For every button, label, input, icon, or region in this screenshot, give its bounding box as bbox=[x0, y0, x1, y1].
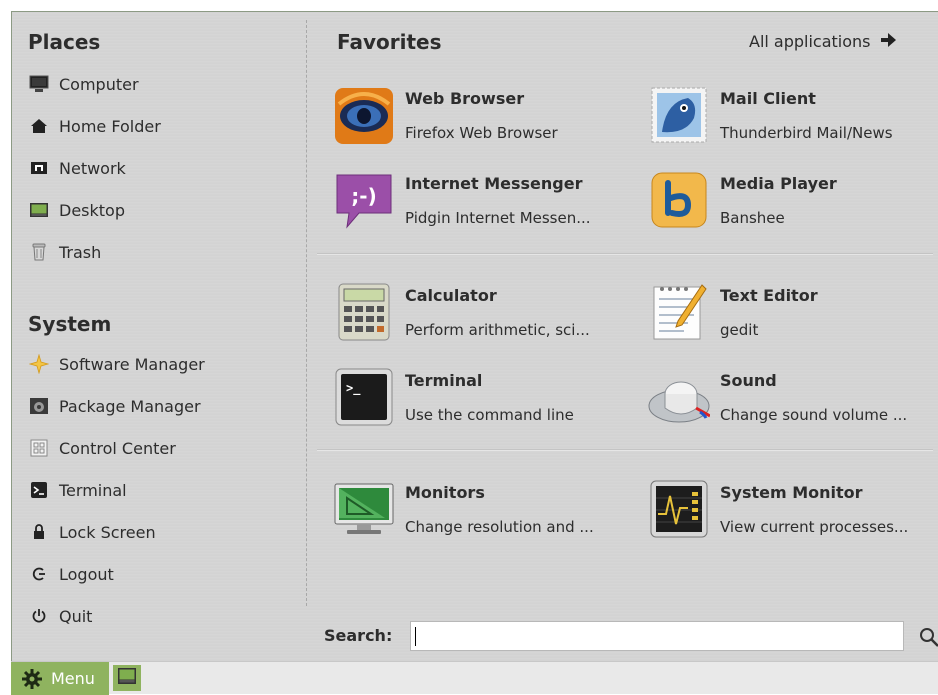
desktop-icon bbox=[117, 667, 137, 689]
calculator-icon bbox=[333, 281, 395, 343]
lock-icon bbox=[28, 521, 50, 543]
favorite-web-browser[interactable]: Web Browser Firefox Web Browser bbox=[333, 82, 633, 152]
desktop-icon bbox=[28, 199, 50, 221]
svg-text:;-): ;-) bbox=[351, 184, 376, 208]
search-label: Search: bbox=[324, 626, 392, 645]
places-item-home-folder[interactable]: Home Folder bbox=[28, 112, 288, 140]
text-editor-icon bbox=[648, 281, 710, 343]
favorite-name: Terminal bbox=[405, 371, 482, 390]
system-item-logout[interactable]: Logout bbox=[28, 560, 288, 588]
places-item-computer[interactable]: Computer bbox=[28, 70, 288, 98]
favorite-terminal[interactable]: >_ Terminal Use the command line bbox=[333, 364, 633, 434]
favorite-name: Internet Messenger bbox=[405, 174, 582, 193]
places-item-desktop[interactable]: Desktop bbox=[28, 196, 288, 224]
places-item-label: Computer bbox=[59, 75, 139, 94]
computer-icon bbox=[28, 73, 50, 95]
favorite-description: Perform arithmetic, sci... bbox=[405, 321, 590, 339]
favorites-title: Favorites bbox=[337, 30, 442, 54]
column-divider bbox=[306, 20, 307, 606]
system-monitor-icon bbox=[648, 478, 710, 540]
system-title: System bbox=[28, 312, 111, 336]
favorite-description: Use the command line bbox=[405, 406, 574, 424]
places-item-label: Desktop bbox=[59, 201, 125, 220]
firefox-icon bbox=[333, 84, 395, 146]
favorite-description: gedit bbox=[720, 321, 758, 339]
favorites-separator bbox=[317, 253, 933, 255]
home-icon bbox=[28, 115, 50, 137]
search-icon[interactable] bbox=[918, 626, 938, 648]
favorite-description: Banshee bbox=[720, 209, 785, 227]
menu-label: Menu bbox=[51, 669, 95, 688]
system-item-terminal[interactable]: Terminal bbox=[28, 476, 288, 504]
svg-text:>_: >_ bbox=[346, 381, 361, 396]
favorite-name: Sound bbox=[720, 371, 777, 390]
gear-icon bbox=[21, 668, 43, 690]
show-desktop-button[interactable] bbox=[113, 665, 141, 691]
trash-icon bbox=[28, 241, 50, 263]
system-item-label: Quit bbox=[59, 607, 92, 626]
places-item-trash[interactable]: Trash bbox=[28, 238, 288, 266]
taskbar: Menu bbox=[11, 661, 938, 694]
banshee-icon bbox=[648, 169, 710, 231]
application-menu: Places Computer Home Folder Network Desk… bbox=[11, 11, 938, 661]
control-center-icon bbox=[28, 437, 50, 459]
sound-icon bbox=[648, 366, 710, 428]
places-item-label: Home Folder bbox=[59, 117, 161, 136]
places-title: Places bbox=[28, 30, 100, 54]
search-input[interactable] bbox=[410, 621, 904, 651]
text-cursor bbox=[415, 627, 416, 646]
favorite-system-monitor[interactable]: System Monitor View current processes... bbox=[648, 476, 938, 546]
favorite-name: Monitors bbox=[405, 483, 485, 502]
favorite-name: Text Editor bbox=[720, 286, 818, 305]
thunderbird-icon bbox=[648, 84, 710, 146]
pidgin-icon: ;-) bbox=[333, 169, 395, 231]
favorite-mail-client[interactable]: Mail Client Thunderbird Mail/News bbox=[648, 82, 938, 152]
terminal-icon: >_ bbox=[333, 366, 395, 428]
power-icon bbox=[28, 605, 50, 627]
favorite-description: Change resolution and ... bbox=[405, 518, 594, 536]
favorite-description: Thunderbird Mail/News bbox=[720, 124, 893, 142]
all-applications-button[interactable]: All applications bbox=[749, 32, 897, 51]
places-item-label: Network bbox=[59, 159, 126, 178]
favorite-name: System Monitor bbox=[720, 483, 863, 502]
arrow-right-icon bbox=[881, 32, 897, 51]
favorite-calculator[interactable]: Calculator Perform arithmetic, sci... bbox=[333, 279, 633, 349]
system-item-label: Lock Screen bbox=[59, 523, 156, 542]
favorite-description: View current processes... bbox=[720, 518, 908, 536]
menu-button[interactable]: Menu bbox=[11, 662, 109, 695]
favorite-name: Mail Client bbox=[720, 89, 816, 108]
left-column: Places Computer Home Folder Network Desk… bbox=[12, 12, 306, 662]
favorite-sound[interactable]: Sound Change sound volume ... bbox=[648, 364, 938, 434]
monitors-icon bbox=[333, 478, 395, 540]
system-item-software-manager[interactable]: Software Manager bbox=[28, 350, 288, 378]
network-icon bbox=[28, 157, 50, 179]
favorite-description: Pidgin Internet Messen... bbox=[405, 209, 591, 227]
favorite-monitors[interactable]: Monitors Change resolution and ... bbox=[333, 476, 633, 546]
system-item-control-center[interactable]: Control Center bbox=[28, 434, 288, 462]
package-manager-icon bbox=[28, 395, 50, 417]
logout-icon bbox=[28, 563, 50, 585]
all-applications-label: All applications bbox=[749, 32, 871, 51]
places-item-network[interactable]: Network bbox=[28, 154, 288, 182]
system-item-label: Terminal bbox=[59, 481, 127, 500]
favorite-name: Media Player bbox=[720, 174, 837, 193]
places-item-label: Trash bbox=[59, 243, 101, 262]
favorite-description: Firefox Web Browser bbox=[405, 124, 558, 142]
favorite-internet-messenger[interactable]: ;-) Internet Messenger Pidgin Internet M… bbox=[333, 167, 633, 237]
system-item-label: Software Manager bbox=[59, 355, 205, 374]
favorite-media-player[interactable]: Media Player Banshee bbox=[648, 167, 938, 237]
software-manager-icon bbox=[28, 353, 50, 375]
system-item-label: Logout bbox=[59, 565, 114, 584]
system-item-package-manager[interactable]: Package Manager bbox=[28, 392, 288, 420]
favorite-name: Calculator bbox=[405, 286, 497, 305]
favorite-text-editor[interactable]: Text Editor gedit bbox=[648, 279, 938, 349]
favorite-description: Change sound volume ... bbox=[720, 406, 907, 424]
system-item-label: Package Manager bbox=[59, 397, 201, 416]
favorites-separator bbox=[317, 449, 933, 451]
system-item-label: Control Center bbox=[59, 439, 176, 458]
system-item-lock-screen[interactable]: Lock Screen bbox=[28, 518, 288, 546]
favorite-name: Web Browser bbox=[405, 89, 524, 108]
system-item-quit[interactable]: Quit bbox=[28, 602, 288, 630]
terminal-icon bbox=[28, 479, 50, 501]
